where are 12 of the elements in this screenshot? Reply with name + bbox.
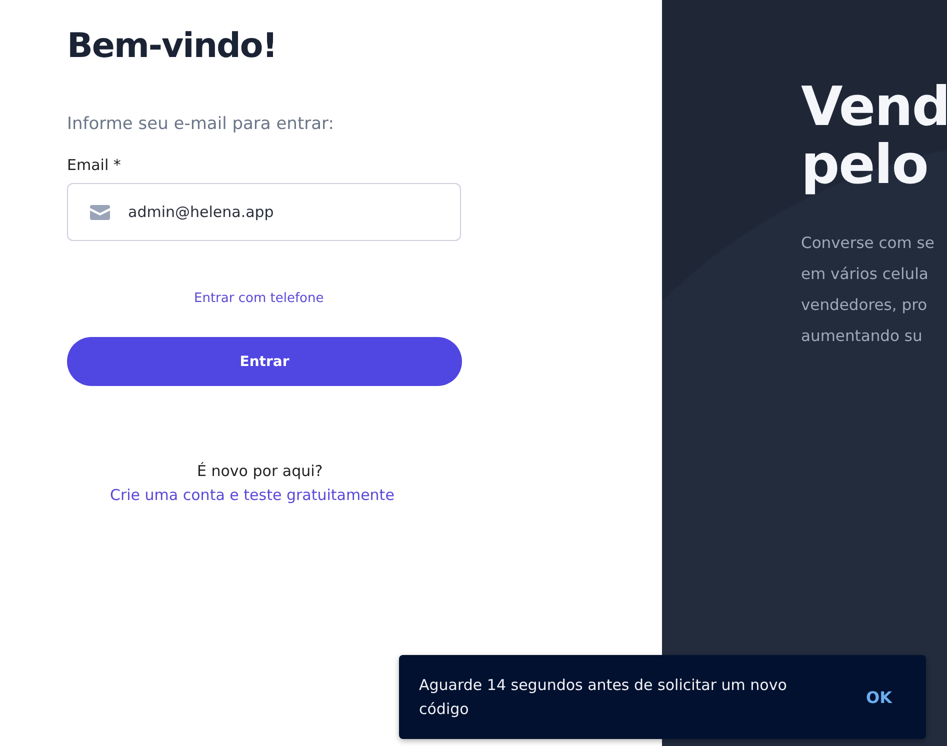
- hero-title: Vend pelo: [801, 78, 947, 194]
- toast-message: Aguarde 14 segundos antes de solicitar um novo código: [419, 675, 788, 720]
- signup-question: É novo por aqui?: [197, 462, 323, 480]
- email-field[interactable]: admin@helena.app: [67, 183, 461, 241]
- phone-login-link[interactable]: Entrar com telefone: [194, 291, 324, 306]
- hero-description: Converse com se em vários celula vendedores, pro aumentando su: [801, 233, 936, 347]
- ok-button[interactable]: OK: [852, 680, 906, 714]
- welcome-title: Bem-vindo!: [67, 25, 278, 68]
- submit-button[interactable]: Entrar: [67, 337, 462, 386]
- subtitle: Informe seu e-mail para entrar:: [67, 114, 335, 134]
- field-label: Email *: [67, 156, 122, 174]
- signup-link[interactable]: Crie uma conta e teste gratuitamente: [110, 486, 394, 504]
